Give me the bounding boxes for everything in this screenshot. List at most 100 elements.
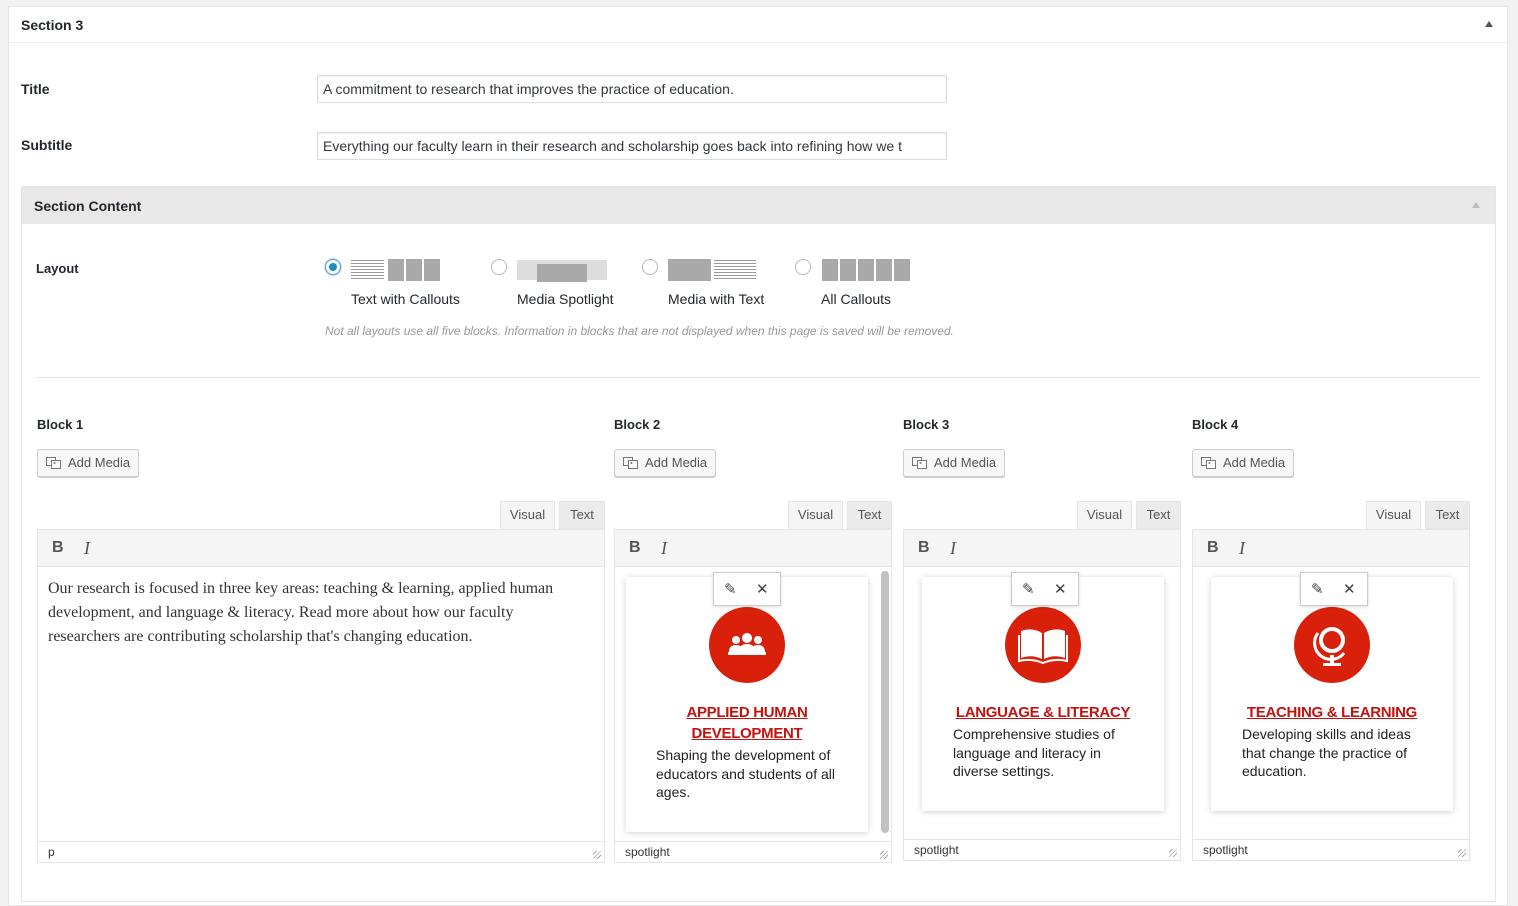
media-icon: [912, 457, 927, 469]
layout-hint: Not all layouts use all five blocks. Inf…: [325, 324, 954, 338]
subtitle-label: Subtitle: [21, 137, 73, 153]
card-description: Shaping the development of educators and…: [656, 747, 836, 800]
media-icon: [1201, 457, 1216, 469]
card-title-link[interactable]: APPLIED HUMAN DEVELOPMENT: [626, 702, 868, 744]
block-2-label: Block 2: [614, 417, 661, 432]
card-tools: ✎ ✕: [1300, 572, 1368, 606]
layout-radio-media-with-text[interactable]: [642, 259, 658, 275]
block-4-tab-visual[interactable]: Visual: [1366, 501, 1421, 529]
section-content-title: Section Content: [34, 198, 142, 214]
pencil-icon[interactable]: ✎: [724, 580, 737, 598]
bold-button[interactable]: B: [629, 539, 641, 557]
italic-button[interactable]: I: [950, 538, 956, 559]
block-3-tab-text[interactable]: Text: [1136, 501, 1181, 529]
layout-radio-all-callouts[interactable]: [795, 259, 811, 275]
block-1-tab-text[interactable]: Text: [559, 501, 605, 529]
block-4-add-media-button[interactable]: Add Media: [1192, 449, 1295, 477]
card-tools: ✎ ✕: [713, 572, 781, 606]
block-1-tab-visual[interactable]: Visual: [500, 501, 555, 529]
block-1-add-media-button[interactable]: Add Media: [37, 449, 140, 477]
block-3-editor: Visual Text B I LANGUAGE & LITERACY Comp…: [903, 501, 1181, 863]
add-media-label: Add Media: [1223, 455, 1286, 470]
add-media-label: Add Media: [934, 455, 997, 470]
title-label: Title: [21, 81, 50, 97]
block-4-label: Block 4: [1192, 417, 1239, 432]
add-media-label: Add Media: [645, 455, 708, 470]
section-title: Section 3: [21, 17, 84, 33]
block-2-toolbar: B I: [614, 529, 892, 567]
block-2-tab-text[interactable]: Text: [847, 501, 892, 529]
block-2-add-media-button[interactable]: Add Media: [614, 449, 717, 477]
layout-label-media-spotlight[interactable]: Media Spotlight: [517, 291, 614, 307]
layout-label-all-callouts[interactable]: All Callouts: [821, 291, 891, 307]
element-path[interactable]: spotlight: [625, 845, 670, 859]
card-title-line: APPLIED HUMAN: [686, 704, 808, 721]
italic-button[interactable]: I: [661, 538, 667, 559]
subtitle-input[interactable]: Everything our faculty learn in their re…: [317, 132, 947, 160]
block-2-statusbar: spotlight: [614, 841, 892, 863]
italic-button[interactable]: I: [84, 538, 90, 559]
block-1-label: Block 1: [37, 417, 84, 432]
layout-radio-media-spotlight[interactable]: [491, 259, 507, 275]
bold-button[interactable]: B: [1207, 539, 1219, 557]
block-3-statusbar: spotlight: [903, 839, 1181, 861]
pencil-icon[interactable]: ✎: [1311, 580, 1324, 598]
block-3-add-media-button[interactable]: Add Media: [903, 449, 1006, 477]
block-4-tab-text[interactable]: Text: [1425, 501, 1470, 529]
card-title-link[interactable]: TEACHING & LEARNING: [1211, 702, 1453, 723]
resize-handle-icon[interactable]: [593, 851, 601, 859]
media-icon: [623, 457, 638, 469]
block-2-content[interactable]: APPLIED HUMAN DEVELOPMENT Shaping the de…: [614, 567, 892, 841]
block-3-tab-visual[interactable]: Visual: [1077, 501, 1132, 529]
people-group-icon: [709, 607, 785, 683]
layout-label: Layout: [36, 261, 79, 276]
block-3-toolbar: B I: [903, 529, 1181, 567]
bold-button[interactable]: B: [52, 539, 64, 557]
italic-button[interactable]: I: [1239, 538, 1245, 559]
collapse-arrow-icon[interactable]: [1485, 21, 1493, 27]
block-4-statusbar: spotlight: [1192, 839, 1470, 861]
bold-button[interactable]: B: [918, 539, 930, 557]
divider: [36, 377, 1480, 378]
card-title-line: DEVELOPMENT: [691, 725, 803, 742]
close-icon[interactable]: ✕: [1054, 580, 1067, 598]
title-input[interactable]: A commitment to research that improves t…: [317, 75, 947, 103]
card-description: Developing skills and ideas that change …: [1242, 726, 1411, 779]
section-3-panel: Section 3 Title A commitment to research…: [8, 6, 1508, 906]
card-title-link[interactable]: LANGUAGE & LITERACY: [922, 702, 1164, 723]
block-1-statusbar: p: [37, 841, 605, 863]
open-book-icon: [1005, 607, 1081, 683]
block-4-editor: Visual Text B I TEACHING & LEARNING Deve…: [1192, 501, 1470, 863]
spotlight-card[interactable]: LANGUAGE & LITERACY Comprehensive studie…: [922, 577, 1164, 811]
scrollbar[interactable]: [881, 571, 889, 833]
block-2-tab-visual[interactable]: Visual: [788, 501, 843, 529]
close-icon[interactable]: ✕: [1343, 580, 1356, 598]
block-3-label: Block 3: [903, 417, 950, 432]
element-path[interactable]: spotlight: [1203, 843, 1248, 857]
resize-handle-icon[interactable]: [880, 851, 888, 859]
close-icon[interactable]: ✕: [756, 580, 769, 598]
spotlight-card[interactable]: APPLIED HUMAN DEVELOPMENT Shaping the de…: [626, 577, 868, 832]
block-1-body-text: Our research is focused in three key are…: [48, 580, 554, 645]
block-1-content[interactable]: Our research is focused in three key are…: [37, 567, 605, 841]
pencil-icon[interactable]: ✎: [1022, 580, 1035, 598]
resize-handle-icon[interactable]: [1169, 849, 1177, 857]
collapse-arrow-icon[interactable]: [1472, 202, 1480, 208]
block-4-content[interactable]: TEACHING & LEARNING Developing skills an…: [1192, 567, 1470, 839]
globe-icon: [1294, 607, 1370, 683]
layout-label-text-with-callouts[interactable]: Text with Callouts: [351, 291, 460, 307]
block-3-content[interactable]: LANGUAGE & LITERACY Comprehensive studie…: [903, 567, 1181, 839]
section-header[interactable]: Section 3: [9, 7, 1507, 43]
add-media-label: Add Media: [68, 455, 131, 470]
media-icon: [46, 457, 61, 469]
card-description: Comprehensive studies of language and li…: [953, 726, 1115, 779]
layout-label-media-with-text[interactable]: Media with Text: [668, 291, 764, 307]
element-path[interactable]: spotlight: [914, 843, 959, 857]
block-1-toolbar: B I: [37, 529, 605, 567]
element-path[interactable]: p: [48, 845, 55, 859]
section-content-header[interactable]: Section Content: [22, 187, 1495, 224]
resize-handle-icon[interactable]: [1458, 849, 1466, 857]
spotlight-card[interactable]: TEACHING & LEARNING Developing skills an…: [1211, 577, 1453, 811]
card-tools: ✎ ✕: [1011, 572, 1079, 606]
layout-radio-text-with-callouts[interactable]: [325, 259, 341, 275]
